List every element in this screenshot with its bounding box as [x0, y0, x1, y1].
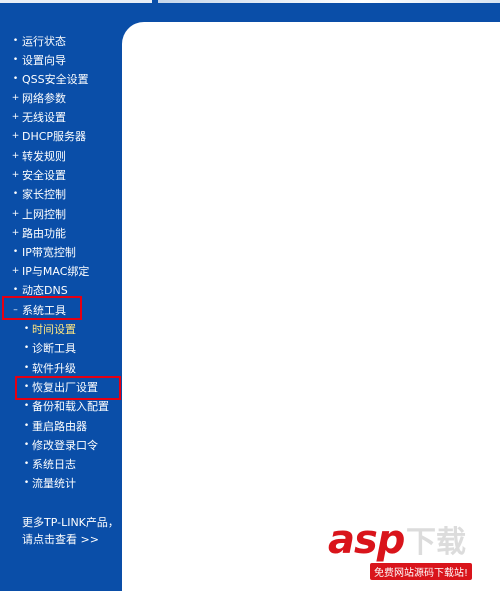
main-panel	[122, 22, 500, 591]
expand-plus-icon: +	[11, 228, 20, 238]
menu-item-bandwidth[interactable]: • IP带宽控制	[0, 243, 122, 262]
submenu-item-reboot[interactable]: • 重启路由器	[0, 417, 122, 436]
menu-item-label: 家长控制	[22, 188, 66, 201]
menu-item-routing[interactable]: + 路由功能	[0, 224, 122, 243]
submenu-item-time-settings[interactable]: • 时间设置	[0, 320, 122, 339]
menu-item-label: 时间设置	[32, 323, 76, 336]
menu-item-label: 重启路由器	[32, 420, 87, 433]
menu-item-dhcp[interactable]: + DHCP服务器	[0, 127, 122, 146]
bullet-icon: •	[23, 343, 30, 353]
bullet-icon: •	[23, 421, 30, 431]
menu-item-security[interactable]: + 安全设置	[0, 166, 122, 185]
menu-item-label: IP带宽控制	[22, 246, 76, 259]
top-banner	[0, 0, 500, 22]
bullet-icon: •	[23, 459, 30, 469]
menu-item-setup-wizard[interactable]: • 设置向导	[0, 51, 122, 70]
watermark-tagline: 免费网站源码下载站!	[370, 563, 473, 580]
menu-item-label: IP与MAC绑定	[22, 265, 90, 278]
menu-item-label: 安全设置	[22, 169, 66, 182]
menu-item-label: 上网控制	[22, 208, 66, 221]
menu-item-label: QSS安全设置	[22, 73, 89, 86]
menu-item-label: 系统日志	[32, 458, 76, 471]
menu-item-label: 运行状态	[22, 35, 66, 48]
menu-item-label: 流量统计	[32, 477, 76, 490]
bullet-icon: •	[12, 55, 19, 65]
menu-item-label: 无线设置	[22, 111, 66, 124]
menu-item-label: DHCP服务器	[22, 130, 87, 143]
expand-plus-icon: +	[11, 170, 20, 180]
watermark-logo: asp 下载 免费网站源码下载站!	[322, 513, 492, 583]
menu-item-qss[interactable]: • QSS安全设置	[0, 70, 122, 89]
bullet-icon: •	[12, 189, 19, 199]
menu-item-label: 路由功能	[22, 227, 66, 240]
menu-item-ip-mac[interactable]: + IP与MAC绑定	[0, 262, 122, 281]
bullet-icon: •	[12, 74, 19, 84]
highlight-box-system-tools	[2, 296, 82, 320]
bullet-icon: •	[12, 247, 19, 257]
highlight-box-factory-reset	[15, 376, 121, 400]
menu-item-label: 诊断工具	[32, 342, 76, 355]
promo-line-2: 请点击查看 >>	[22, 533, 99, 546]
menu-item-forwarding[interactable]: + 转发规则	[0, 147, 122, 166]
menu-item-label: 修改登录口令	[32, 439, 98, 452]
menu-item-network[interactable]: + 网络参数	[0, 89, 122, 108]
expand-plus-icon: +	[11, 131, 20, 141]
watermark-brand: asp	[328, 517, 405, 563]
banner-strip-left	[0, 0, 152, 3]
expand-plus-icon: +	[11, 151, 20, 161]
content-area	[122, 22, 500, 591]
bullet-icon: •	[23, 440, 30, 450]
bullet-icon: •	[23, 324, 30, 334]
submenu-item-diagnostics[interactable]: • 诊断工具	[0, 339, 122, 358]
menu-item-parental[interactable]: • 家长控制	[0, 185, 122, 204]
submenu-item-traffic-stats[interactable]: • 流量统计	[0, 474, 122, 493]
menu-item-access-control[interactable]: + 上网控制	[0, 205, 122, 224]
submenu-item-change-password[interactable]: • 修改登录口令	[0, 436, 122, 455]
expand-plus-icon: +	[11, 93, 20, 103]
expand-plus-icon: +	[11, 266, 20, 276]
bullet-icon: •	[23, 478, 30, 488]
watermark-cn: 下载	[406, 525, 466, 560]
expand-plus-icon: +	[11, 209, 20, 219]
bullet-icon: •	[12, 36, 19, 46]
menu-item-label: 设置向导	[22, 54, 66, 67]
menu-item-wireless[interactable]: + 无线设置	[0, 108, 122, 127]
promo-link[interactable]: 更多TP-LINK产品， 请点击查看 >>	[22, 514, 119, 548]
menu-item-label: 网络参数	[22, 92, 66, 105]
submenu-item-system-log[interactable]: • 系统日志	[0, 455, 122, 474]
menu-item-running-status[interactable]: • 运行状态	[0, 32, 122, 51]
expand-plus-icon: +	[11, 112, 20, 122]
promo-line-1: 更多TP-LINK产品，	[22, 516, 119, 529]
menu-item-label: 转发规则	[22, 150, 66, 163]
banner-strip-right	[158, 0, 500, 3]
